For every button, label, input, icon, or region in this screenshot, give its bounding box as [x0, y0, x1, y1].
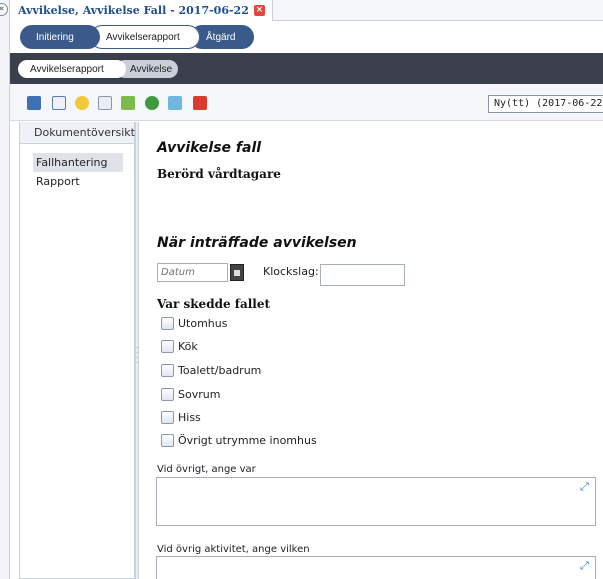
other-activity-textarea[interactable]: ⤢ — [156, 556, 596, 579]
document-overview-list: Fallhantering Rapport — [20, 144, 134, 191]
date-input[interactable] — [158, 264, 228, 281]
import-icon[interactable] — [121, 96, 135, 110]
location-label: Utomhus — [178, 317, 228, 330]
calendar-icon[interactable] — [193, 96, 207, 110]
location-checkbox[interactable] — [161, 434, 174, 447]
expand-icon[interactable]: ⤢ — [580, 481, 591, 492]
nav-item-fallhantering[interactable]: Fallhantering — [33, 153, 123, 172]
comment-icon[interactable] — [75, 96, 89, 110]
affected-patient-heading: Berörd vårdtagare — [157, 167, 281, 181]
save-icon[interactable] — [27, 96, 41, 110]
location-checkbox[interactable] — [161, 340, 174, 353]
other-activity-label: Vid övrig aktivitet, ange vilken — [157, 544, 310, 555]
other-place-label: Vid övrigt, ange var — [157, 464, 256, 475]
location-checkbox[interactable] — [161, 364, 174, 377]
toolbar: Ny(tt) (2017-06-22 14:4 — [10, 84, 603, 121]
other-place-textarea[interactable]: ⤢ — [156, 477, 596, 526]
location-option-sovrum[interactable]: Sovrum — [161, 388, 220, 401]
collapse-strip: « — [0, 0, 10, 579]
phase-avvikelserapport[interactable]: Avvikelserapport — [90, 25, 200, 49]
location-label: Kök — [178, 340, 198, 353]
subphase-avvikelserapport[interactable]: Avvikelserapport — [18, 60, 126, 78]
date-picker-icon[interactable] — [230, 264, 244, 281]
location-option-kok[interactable]: Kök — [161, 340, 198, 353]
document-tab-title: Avvikelse, Avvikelse Fall - 2017-06-22 — [18, 4, 249, 17]
location-label: Sovrum — [178, 388, 221, 401]
expand-icon[interactable]: ⤢ — [580, 560, 591, 571]
form-title: Avvikelse fall — [157, 140, 262, 156]
approve-icon[interactable] — [168, 96, 182, 110]
refresh-icon[interactable] — [145, 96, 159, 110]
time-label: Klockslag: — [263, 265, 319, 278]
location-option-utomhus[interactable]: Utomhus — [161, 317, 227, 330]
form-area: Avvikelse fall Berörd vårdtagare När int… — [139, 122, 603, 579]
location-checkbox[interactable] — [161, 388, 174, 401]
collapse-panel-icon[interactable]: « — [0, 3, 8, 16]
location-option-ovrigt[interactable]: Övrigt utrymme inomhus — [161, 434, 317, 447]
location-option-hiss[interactable]: Hiss — [161, 411, 201, 424]
document-overview-panel: Dokumentöversikt Fallhantering Rapport — [19, 122, 135, 579]
location-label: Hiss — [178, 411, 201, 424]
location-option-toalett[interactable]: Toalett/badrum — [161, 364, 261, 377]
location-label: Övrigt utrymme inomhus — [178, 434, 317, 447]
time-input[interactable] — [320, 264, 405, 286]
document-overview-header: Dokumentöversikt — [20, 122, 135, 144]
location-label: Toalett/badrum — [178, 364, 262, 377]
document-tab[interactable]: Avvikelse, Avvikelse Fall - 2017-06-22 × — [10, 0, 273, 21]
location-checkbox[interactable] — [161, 411, 174, 424]
edit-document-icon[interactable] — [52, 96, 66, 110]
nav-item-rapport[interactable]: Rapport — [33, 172, 123, 191]
phase-initiering[interactable]: Initiering — [20, 25, 100, 49]
status-field: Ny(tt) (2017-06-22 14:4 — [488, 95, 603, 113]
when-heading: När inträffade avvikelsen — [157, 235, 357, 251]
where-heading: Var skedde fallet — [157, 297, 271, 311]
location-checkbox[interactable] — [161, 317, 174, 330]
subphase-bar: Avvikelserapport Avvikelse — [10, 53, 603, 84]
mail-icon[interactable] — [98, 96, 112, 110]
close-tab-icon[interactable]: × — [253, 5, 265, 16]
document-tab-bar: Avvikelse, Avvikelse Fall - 2017-06-22 × — [10, 0, 603, 21]
date-field[interactable] — [157, 263, 228, 282]
phase-bar: Initiering Avvikelserapport Åtgärd — [10, 21, 603, 53]
